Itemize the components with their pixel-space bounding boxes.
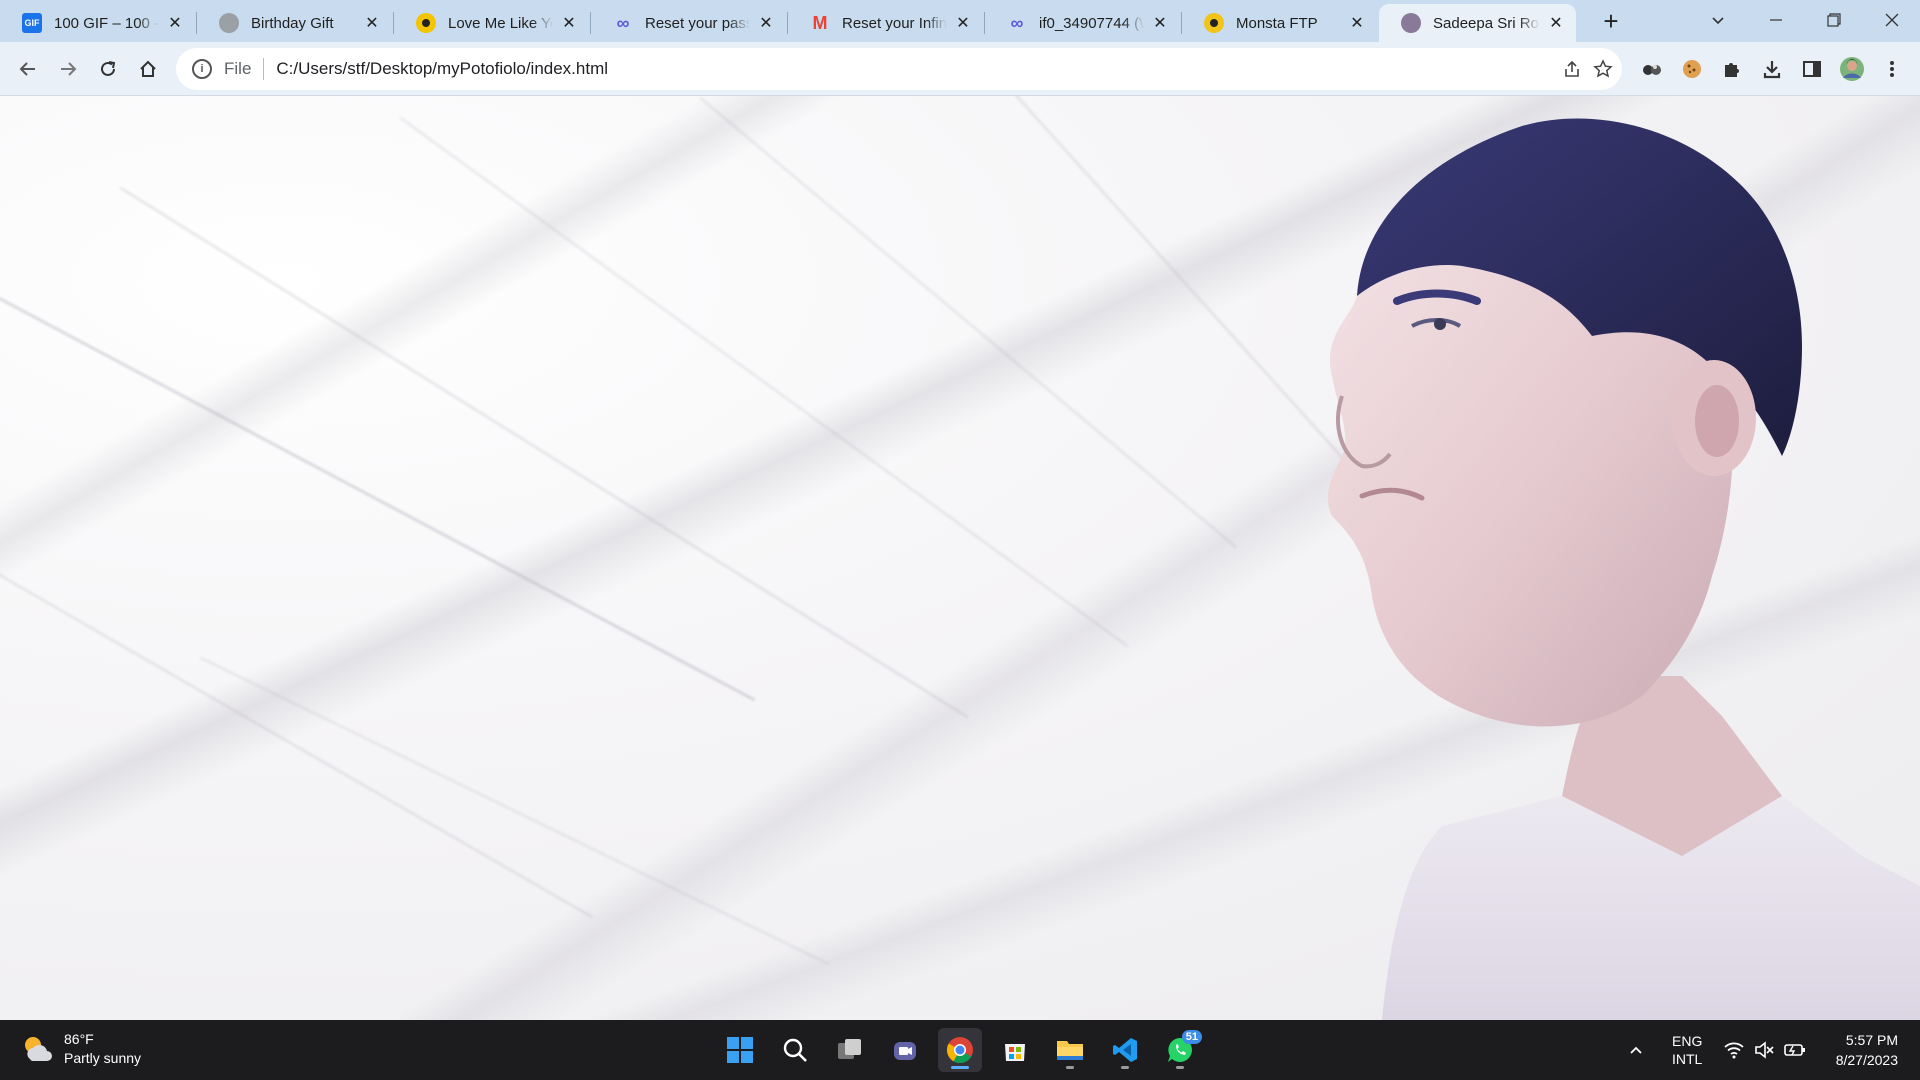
gmail-icon: M xyxy=(812,12,828,33)
browser-tab[interactable]: M Reset your Infinity ✕ xyxy=(788,4,983,42)
bookmark-star-icon[interactable] xyxy=(1591,57,1615,81)
tab-title: Reset your Infinity xyxy=(842,14,947,32)
notification-badge: 51 xyxy=(1181,1030,1202,1044)
tab-search-chevron-down-icon[interactable] xyxy=(1690,0,1746,40)
tab-close-icon[interactable]: ✕ xyxy=(165,13,185,33)
tab-close-icon[interactable]: ✕ xyxy=(559,13,579,33)
taskbar: 86°F Partly sunny 51 ENG INTL 5:57 PM 8/… xyxy=(0,1020,1920,1080)
close-window-button[interactable] xyxy=(1864,0,1920,40)
monsta-icon xyxy=(1204,13,1224,33)
forward-arrow-icon[interactable] xyxy=(52,53,84,85)
search-icon[interactable] xyxy=(773,1028,817,1072)
side-panel-icon[interactable] xyxy=(1796,53,1828,85)
site-info-icon[interactable]: i xyxy=(192,59,212,79)
profile-avatar[interactable] xyxy=(1836,53,1868,85)
marble-vein xyxy=(199,656,830,966)
tab-separator xyxy=(787,12,788,34)
clock-date: 8/27/2023 xyxy=(1835,1052,1898,1068)
browser-tab[interactable]: Sadeepa Sri Roha ✕ xyxy=(1379,4,1576,42)
extensions-puzzle-icon[interactable] xyxy=(1716,53,1748,85)
home-icon[interactable] xyxy=(132,53,164,85)
marble-vein xyxy=(0,516,594,919)
running-app-indicator xyxy=(1066,1066,1074,1069)
menu-kebab-icon[interactable] xyxy=(1876,53,1908,85)
clock-time: 5:57 PM xyxy=(1845,1032,1898,1048)
tab-close-icon[interactable]: ✕ xyxy=(362,13,382,33)
tab-title: 100 GIF – 100 – d xyxy=(54,14,159,32)
start-button[interactable] xyxy=(718,1028,762,1072)
tab-separator xyxy=(196,12,197,34)
language-indicator[interactable]: ENG INTL xyxy=(1672,1020,1702,1080)
address-bar[interactable]: i File C:/Users/stf/Desktop/myPotofiolo/… xyxy=(176,48,1622,90)
infinity-icon: ∞ xyxy=(1010,12,1024,33)
browser-tab[interactable]: Monsta FTP ✕ xyxy=(1182,4,1377,42)
tab-title: Sadeepa Sri Roha xyxy=(1433,14,1540,32)
language-code: ENG xyxy=(1672,1033,1703,1049)
tab-separator xyxy=(1181,12,1182,34)
keyboard-layout: INTL xyxy=(1672,1051,1703,1067)
task-view-icon[interactable] xyxy=(828,1028,872,1072)
browser-tab[interactable]: ∞ Reset your passw ✕ xyxy=(591,4,786,42)
vscode-icon[interactable] xyxy=(1103,1028,1147,1072)
tab-close-icon[interactable]: ✕ xyxy=(756,13,776,33)
show-hidden-icons-chevron-up-icon[interactable] xyxy=(1628,1020,1644,1080)
tab-separator xyxy=(590,12,591,34)
marble-vein xyxy=(699,96,1238,549)
tab-close-icon[interactable]: ✕ xyxy=(953,13,973,33)
weather-widget[interactable]: 86°F Partly sunny xyxy=(20,1030,141,1068)
url-scheme-label: File xyxy=(224,59,252,78)
partly-sunny-icon xyxy=(20,1032,54,1066)
chrome-taskbar-icon[interactable] xyxy=(938,1028,982,1072)
running-app-indicator xyxy=(1176,1066,1184,1069)
tab-title: Monsta FTP xyxy=(1236,14,1318,32)
browser-tab[interactable]: Birthday Gift ✕ xyxy=(197,4,392,42)
whatsapp-icon[interactable]: 51 xyxy=(1158,1028,1202,1072)
volume-muted-icon[interactable] xyxy=(1754,1020,1774,1080)
running-app-indicator xyxy=(1121,1066,1129,1069)
extension-glasses-icon[interactable] xyxy=(1636,53,1668,85)
address-divider xyxy=(263,58,265,80)
marble-vein xyxy=(119,186,969,719)
battery-charging-icon[interactable] xyxy=(1784,1020,1806,1080)
reload-icon[interactable] xyxy=(92,53,124,85)
infinity-icon: ∞ xyxy=(616,12,630,33)
file-explorer-icon[interactable] xyxy=(1048,1028,1092,1072)
tab-strip: GIF100 GIF – 100 – d✕Birthday Gift✕Love … xyxy=(0,0,1920,42)
cookie-extension-icon[interactable] xyxy=(1676,53,1708,85)
marble-vein xyxy=(0,276,756,702)
microsoft-store-icon[interactable] xyxy=(993,1028,1037,1072)
teams-chat-icon[interactable] xyxy=(883,1028,927,1072)
browser-tab[interactable]: ∞ if0_34907744 (We ✕ xyxy=(985,4,1180,42)
profile-icon xyxy=(1401,13,1421,33)
portrait-image xyxy=(1327,118,1920,1020)
weather-condition: Partly sunny xyxy=(64,1050,142,1066)
browser-toolbar: i File C:/Users/stf/Desktop/myPotofiolo/… xyxy=(0,42,1920,96)
restore-button[interactable] xyxy=(1806,0,1862,40)
browser-tab[interactable]: Love Me Like You ✕ xyxy=(394,4,589,42)
tab-title: if0_34907744 (We xyxy=(1039,14,1144,32)
tab-close-icon[interactable]: ✕ xyxy=(1546,13,1566,33)
tab-separator xyxy=(393,12,394,34)
wifi-icon[interactable] xyxy=(1724,1020,1744,1080)
active-app-indicator xyxy=(951,1066,969,1069)
tab-title: Reset your passw xyxy=(645,14,750,32)
bee-icon xyxy=(416,13,436,33)
back-arrow-icon[interactable] xyxy=(12,53,44,85)
system-clock[interactable]: 5:57 PM 8/27/2023 xyxy=(1836,1030,1898,1070)
tab-separator xyxy=(984,12,985,34)
page-viewport xyxy=(0,96,1920,1020)
download-icon[interactable] xyxy=(1756,53,1788,85)
browser-tab[interactable]: GIF 100 GIF – 100 – d ✕ xyxy=(0,4,195,42)
gif-icon: GIF xyxy=(22,13,42,33)
tab-close-icon[interactable]: ✕ xyxy=(1347,13,1367,33)
url-text[interactable]: C:/Users/stf/Desktop/myPotofiolo/index.h… xyxy=(276,59,608,79)
weather-temperature: 86°F xyxy=(64,1031,94,1047)
new-tab-button[interactable]: + xyxy=(1595,6,1627,36)
minimize-button[interactable] xyxy=(1748,0,1804,40)
tab-title: Birthday Gift xyxy=(251,14,334,32)
tab-title: Love Me Like You xyxy=(448,14,553,32)
globe-icon xyxy=(219,13,239,33)
tab-close-icon[interactable]: ✕ xyxy=(1150,13,1170,33)
share-icon[interactable] xyxy=(1560,57,1584,81)
